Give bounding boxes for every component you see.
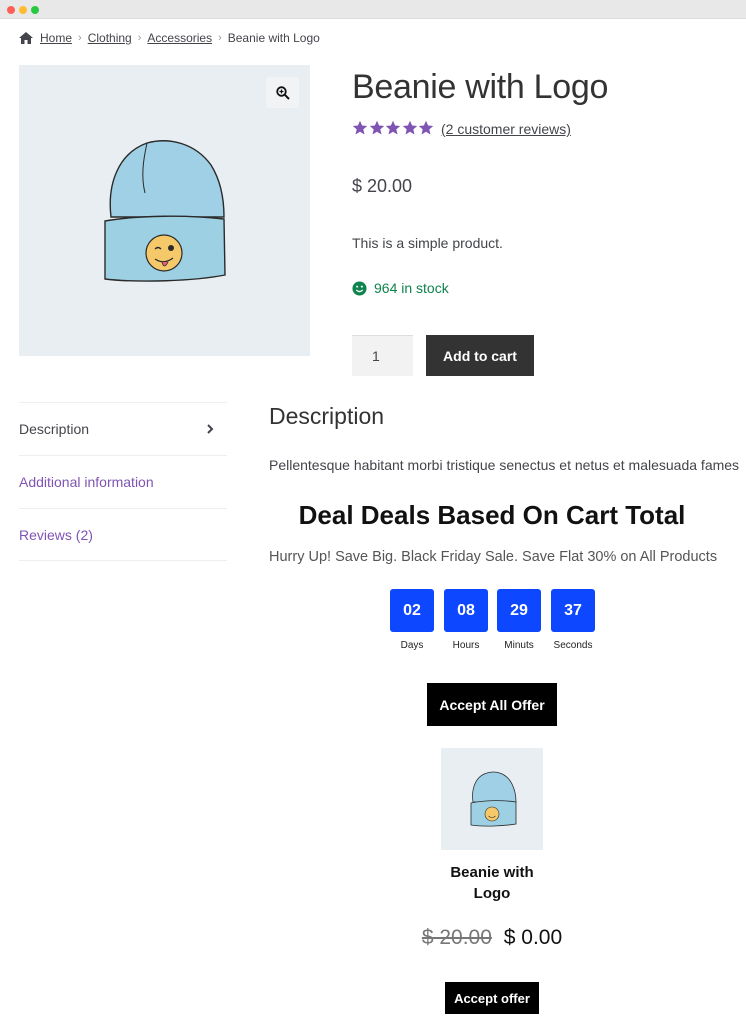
stock-status: 964 in stock xyxy=(352,280,449,296)
timer-minutes-label: Minuts xyxy=(504,640,534,651)
timer-hours-label: Hours xyxy=(452,640,480,651)
maximize-window-button[interactable] xyxy=(31,6,39,14)
offer-new-price: $ 0.00 xyxy=(503,926,563,949)
tab-reviews[interactable]: Reviews (2) xyxy=(19,508,227,561)
window-titlebar xyxy=(0,0,746,19)
breadcrumb-accessories-link[interactable]: Accessories xyxy=(147,31,212,45)
timer-seconds-value: 37 xyxy=(551,589,595,632)
breadcrumb-separator: › xyxy=(137,32,142,44)
timer-minutes-value: 29 xyxy=(497,589,541,632)
timer-hours-value: 08 xyxy=(444,589,488,632)
accept-offer-button[interactable]: Accept offer xyxy=(445,982,539,1014)
offer-product-name[interactable]: Beanie with Logo xyxy=(432,862,552,904)
breadcrumb: Home › Clothing › Accessories › Beanie w… xyxy=(19,30,320,46)
star-rating xyxy=(352,120,435,138)
breadcrumb-home-link[interactable]: Home xyxy=(40,31,72,45)
beanie-thumbnail xyxy=(470,771,517,827)
product-tabs: Description Additional information Revie… xyxy=(19,402,227,561)
home-icon xyxy=(19,32,33,44)
zoom-button[interactable] xyxy=(266,77,299,108)
offer-price: $ 20.00 $ 0.00 xyxy=(420,926,564,950)
timer-days-label: Days xyxy=(400,640,424,651)
breadcrumb-current: Beanie with Logo xyxy=(227,31,320,45)
close-window-button[interactable] xyxy=(7,6,15,14)
beanie-illustration xyxy=(104,140,226,282)
star-icon xyxy=(385,120,401,135)
stock-text: 964 in stock xyxy=(374,280,449,296)
tab-label: Description xyxy=(19,421,90,437)
breadcrumb-separator: › xyxy=(218,32,222,44)
deal-title: Deal Deals Based On Cart Total xyxy=(298,500,686,530)
tab-label: Reviews (2) xyxy=(19,526,93,543)
breadcrumb-separator: › xyxy=(78,32,82,44)
description-text: Pellentesque habitant morbi tristique se… xyxy=(269,457,740,473)
chevron-right-icon xyxy=(207,424,214,434)
timer-days-value: 02 xyxy=(390,589,434,632)
star-icon xyxy=(402,120,417,135)
short-description: This is a simple product. xyxy=(352,235,503,251)
minimize-window-button[interactable] xyxy=(19,6,27,14)
zoom-icon xyxy=(275,85,290,100)
product-image[interactable] xyxy=(19,65,310,356)
add-to-cart-button[interactable]: Add to cart xyxy=(426,335,534,376)
tab-description[interactable]: Description xyxy=(19,402,227,455)
deal-subtitle: Hurry Up! Save Big. Black Friday Sale. S… xyxy=(269,549,718,565)
offer-product-image[interactable] xyxy=(441,748,543,850)
description-heading: Description xyxy=(269,403,385,429)
quantity-input[interactable] xyxy=(352,335,413,376)
product-title: Beanie with Logo xyxy=(352,68,609,106)
tab-additional-information[interactable]: Additional information xyxy=(19,455,227,508)
offer-old-price: $ 20.00 xyxy=(421,926,492,949)
star-icon xyxy=(369,120,384,135)
accept-all-offer-button[interactable]: Accept All Offer xyxy=(427,683,557,726)
breadcrumb-clothing-link[interactable]: Clothing xyxy=(88,31,132,45)
star-icon xyxy=(352,120,368,135)
timer-seconds-label: Seconds xyxy=(553,640,593,651)
customer-reviews-link[interactable]: (2 customer reviews) xyxy=(441,121,571,137)
product-price: $ 20.00 xyxy=(352,176,413,196)
smiley-icon xyxy=(352,280,367,296)
star-icon xyxy=(418,120,434,135)
tab-label: Additional information xyxy=(19,474,154,490)
